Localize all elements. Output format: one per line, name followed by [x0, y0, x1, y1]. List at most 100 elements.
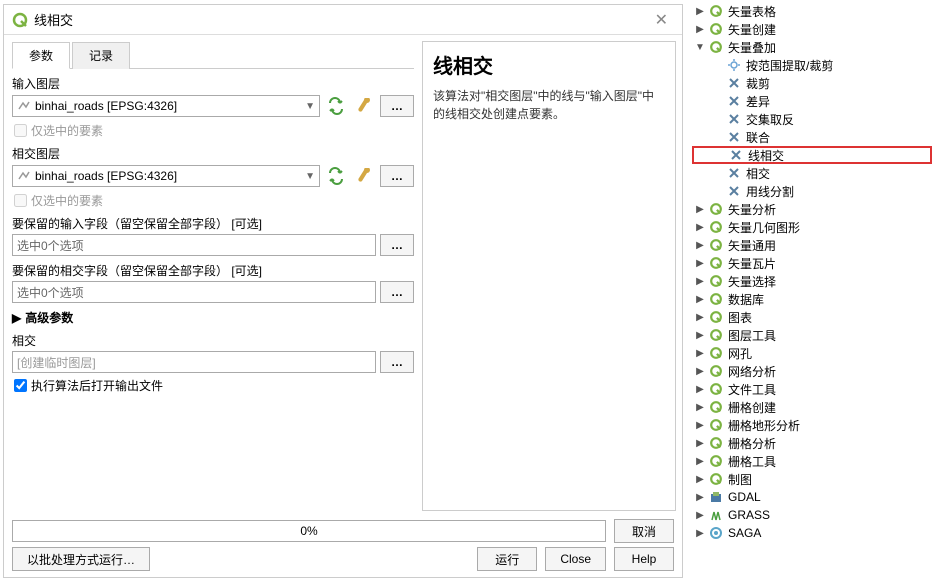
chevron-right-icon[interactable]: ▶ [694, 24, 706, 35]
tree-item[interactable]: ▶ 数据库 [692, 290, 932, 308]
q-icon [708, 327, 724, 343]
tree-item[interactable]: ▶线相交 [692, 146, 932, 164]
chevron-right-icon[interactable]: ▶ [694, 384, 706, 395]
tab-parameters[interactable]: 参数 [12, 42, 70, 69]
chevron-right-icon[interactable]: ▶ [694, 438, 706, 449]
intersect-layer-combo[interactable]: binhai_roads [EPSG:4326] ▼ [12, 165, 320, 187]
tree-item[interactable]: ▶差异 [692, 92, 932, 110]
chevron-right-icon[interactable]: ▶ [694, 312, 706, 323]
tree-item[interactable]: ▶ 矢量分析 [692, 200, 932, 218]
chevron-right-icon[interactable]: ▶ [694, 240, 706, 251]
tree-item-label: 栅格工具 [728, 453, 776, 470]
batch-button[interactable]: 以批处理方式运行… [12, 547, 150, 571]
tree-item[interactable]: ▼矢量叠加 [692, 38, 932, 56]
output-input[interactable]: [创建临时图层] [12, 351, 376, 373]
tree-item[interactable]: ▶矢量选择 [692, 272, 932, 290]
tree-item[interactable]: ▶裁剪 [692, 74, 932, 92]
chevron-right-icon[interactable]: ▶ [694, 420, 706, 431]
help-panel: 线相交 该算法对"相交图层"中的线与"输入图层"中的线相交处创建点要素。 [422, 41, 676, 511]
tab-log[interactable]: 记录 [72, 42, 130, 69]
triangle-right-icon: ▶ [12, 311, 21, 325]
tree-item[interactable]: ▶ 栅格工具 [692, 452, 932, 470]
help-button[interactable]: Help [614, 547, 674, 571]
tree-item[interactable]: ▶图层工具 [692, 326, 932, 344]
tree-item[interactable]: ▶栅格创建 [692, 398, 932, 416]
tree-item[interactable]: ▶文件工具 [692, 380, 932, 398]
keep-intersect-fields-button[interactable]: … [380, 281, 414, 303]
iterate-icon[interactable] [324, 164, 348, 188]
chevron-right-icon[interactable]: ▶ [694, 204, 706, 215]
chevron-right-icon[interactable]: ▶ [694, 294, 706, 305]
tree-item[interactable]: ▶相交 [692, 164, 932, 182]
tree-item-label: 差异 [746, 93, 770, 110]
tree-item[interactable]: ▶按范围提取/裁剪 [692, 56, 932, 74]
chevron-right-icon[interactable]: ▶ [694, 330, 706, 341]
tree-item-label: 栅格分析 [728, 435, 776, 452]
tree-item[interactable]: ▶GRASS [692, 506, 932, 524]
close-button[interactable]: Close [545, 547, 606, 571]
q-icon [708, 471, 724, 487]
tree-item[interactable]: ▶矢量瓦片 [692, 254, 932, 272]
tree-item-label: 矢量分析 [728, 201, 776, 218]
tree-item[interactable]: ▶制图 [692, 470, 932, 488]
chevron-right-icon[interactable]: ▶ [694, 528, 706, 539]
tree-item[interactable]: ▶ 矢量创建 [692, 20, 932, 38]
tree-item[interactable]: ▶矢量几何图形 [692, 218, 932, 236]
close-icon[interactable]: ✕ [649, 8, 674, 32]
tree-item-label: 联合 [746, 129, 770, 146]
chevron-right-icon[interactable]: ▶ [694, 492, 706, 503]
chevron-right-icon[interactable]: ▶ [694, 366, 706, 377]
advanced-toggle[interactable]: ▶ 高级参数 [12, 309, 414, 326]
input-layer-browse-button[interactable]: … [380, 95, 414, 117]
tree-item[interactable]: ▶交集取反 [692, 110, 932, 128]
input-layer-combo[interactable]: binhai_roads [EPSG:4326] ▼ [12, 95, 320, 117]
chevron-right-icon[interactable]: ▶ [694, 474, 706, 485]
tree-item[interactable]: ▶联合 [692, 128, 932, 146]
tree-item[interactable]: ▶矢量通用 [692, 236, 932, 254]
chevron-down-icon[interactable]: ▼ [694, 42, 706, 53]
chevron-right-icon[interactable]: ▶ [694, 222, 706, 233]
intersect-layer-label: 相交图层 [12, 145, 414, 162]
tree-item[interactable]: ▶ 栅格地形分析 [692, 416, 932, 434]
cancel-button[interactable]: 取消 [614, 519, 674, 543]
keep-input-fields-input[interactable]: 选中0个选项 [12, 234, 376, 256]
tree-item-label: 矢量创建 [728, 21, 776, 38]
wrench-icon[interactable] [352, 164, 376, 188]
selected-only-1-checkbox[interactable] [14, 124, 27, 137]
intersect-layer-browse-button[interactable]: … [380, 165, 414, 187]
chevron-right-icon[interactable]: ▶ [694, 456, 706, 467]
chevron-right-icon[interactable]: ▶ [694, 276, 706, 287]
intersect-layer-value: binhai_roads [EPSG:4326] [35, 169, 305, 183]
iterate-icon[interactable] [324, 94, 348, 118]
tree-item[interactable]: ▶ 栅格分析 [692, 434, 932, 452]
q-icon [708, 435, 724, 451]
q-icon [708, 39, 724, 55]
input-layer-label: 输入图层 [12, 75, 414, 92]
tree-item[interactable]: ▶用线分割 [692, 182, 932, 200]
chevron-right-icon[interactable]: ▶ [694, 258, 706, 269]
selected-only-2-label: 仅选中的要素 [31, 192, 103, 209]
open-after-checkbox[interactable] [14, 379, 27, 392]
tree-item[interactable]: ▶SAGA [692, 524, 932, 542]
keep-input-fields-button[interactable]: … [380, 234, 414, 256]
chevron-right-icon[interactable]: ▶ [694, 402, 706, 413]
tree-item[interactable]: ▶矢量表格 [692, 2, 932, 20]
keep-intersect-fields-input[interactable]: 选中0个选项 [12, 281, 376, 303]
wrench-icon[interactable] [352, 94, 376, 118]
tree-item[interactable]: ▶网络分析 [692, 362, 932, 380]
titlebar: 线相交 ✕ [4, 5, 682, 35]
tree-item-label: 相交 [746, 165, 770, 182]
chevron-right-icon[interactable]: ▶ [694, 510, 706, 521]
run-button[interactable]: 运行 [477, 547, 537, 571]
chevron-right-icon[interactable]: ▶ [694, 6, 706, 17]
selected-only-2-checkbox[interactable] [14, 194, 27, 207]
tree-item-label: 栅格地形分析 [728, 417, 800, 434]
tree-item[interactable]: ▶图表 [692, 308, 932, 326]
tree-item[interactable]: ▶GDAL [692, 488, 932, 506]
tree-item[interactable]: ▶网孔 [692, 344, 932, 362]
tree-item-label: 数据库 [728, 291, 764, 308]
chevron-right-icon[interactable]: ▶ [694, 348, 706, 359]
output-browse-button[interactable]: … [380, 351, 414, 373]
q-icon [708, 453, 724, 469]
dialog-body: 参数 记录 输入图层 binhai_roads [EPSG:4326] ▼ … … [4, 35, 682, 517]
